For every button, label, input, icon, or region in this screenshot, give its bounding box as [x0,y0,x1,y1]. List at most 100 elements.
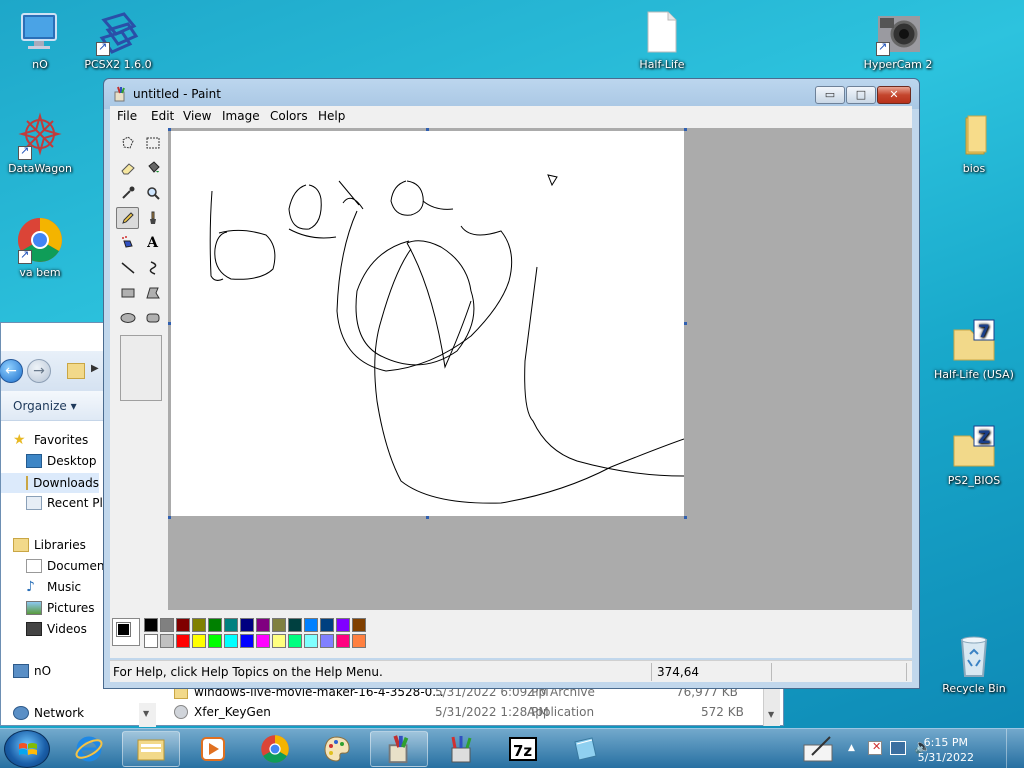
polygon-tool[interactable] [141,282,164,304]
color-swatch[interactable] [208,634,222,648]
pick-color-tool[interactable] [116,182,139,204]
color-swatch[interactable] [160,618,174,632]
desktop-icon-hypercam[interactable]: HyperCam 2 [858,8,938,72]
color-swatch[interactable] [144,634,158,648]
magnifier-tool[interactable] [141,182,164,204]
desktop-icon-half-life[interactable]: Half-Life [622,8,702,72]
resize-handle[interactable] [168,516,171,519]
paint-title-bar[interactable]: untitled - Paint ▭ □ ✕ [104,79,919,109]
file-row[interactable]: Xfer_KeyGen 5/31/2022 1:28 PM Applicatio… [172,702,772,722]
desktop-icon-bios[interactable]: bios [934,112,1014,176]
taskbar-paint-palette-button[interactable] [308,731,366,767]
action-center-flag-icon[interactable]: ✕ [868,740,882,755]
desktop-icon-datawagon[interactable]: DataWagon [0,112,80,176]
color-swatch[interactable] [256,618,270,632]
forward-button[interactable]: → [27,359,51,383]
tree-item-videos[interactable]: Videos [26,622,87,636]
tree-item-computer[interactable]: nO [13,664,51,678]
resize-handle[interactable] [168,128,171,131]
desktop-icon-half-life-usa[interactable]: 7 Half-Life (USA) [934,318,1014,382]
rounded-rect-tool[interactable] [141,307,164,329]
taskbar-brushes-button[interactable] [432,731,490,767]
paint-window[interactable]: untitled - Paint ▭ □ ✕ File Edit View Im… [103,78,920,689]
color-swatch[interactable] [224,634,238,648]
color-swatch[interactable] [272,618,286,632]
taskbar-chrome-button[interactable] [246,731,304,767]
menu-colors[interactable]: Colors [270,109,308,123]
color-swatch[interactable] [160,634,174,648]
clock[interactable]: 6:15 PM 5/31/2022 [918,735,974,765]
show-hidden-icons-icon[interactable]: ▲ [848,743,855,753]
color-swatch[interactable] [240,618,254,632]
resize-handle[interactable] [684,322,687,325]
color-swatch[interactable] [320,618,334,632]
file-list-scrollbar[interactable]: ▼ [763,686,780,726]
resize-handle[interactable] [684,128,687,131]
color-swatch[interactable] [176,634,190,648]
organize-button[interactable]: Organize ▾ [13,399,77,413]
color-swatch[interactable] [144,618,158,632]
eraser-tool[interactable] [116,157,139,179]
color-swatch[interactable] [288,618,302,632]
minimize-button[interactable]: ▭ [815,86,845,104]
color-swatch[interactable] [320,634,334,648]
color-swatch[interactable] [336,618,350,632]
menu-image[interactable]: Image [222,109,260,123]
maximize-button[interactable]: □ [846,86,876,104]
drawing-canvas[interactable] [171,131,684,516]
line-tool[interactable] [116,257,139,279]
desktop-icon-recycle-bin[interactable]: Recycle Bin [934,632,1014,696]
resize-handle[interactable] [684,516,687,519]
color-swatch[interactable] [352,618,366,632]
free-select-tool[interactable] [116,132,139,154]
taskbar-ie-button[interactable] [60,731,118,767]
menu-edit[interactable]: Edit [151,109,174,123]
airbrush-tool[interactable] [116,232,139,254]
tree-item-music[interactable]: ♪ Music [26,580,81,594]
close-button[interactable]: ✕ [877,86,911,104]
rect-select-tool[interactable] [141,132,164,154]
color-swatch[interactable] [192,634,206,648]
menu-help[interactable]: Help [318,109,345,123]
back-button[interactable]: ← [0,359,23,383]
tree-item-documents[interactable]: Documents [26,559,115,573]
brush-tool[interactable] [141,207,164,229]
color-swatch[interactable] [240,634,254,648]
tree-item-favorites[interactable]: ★ Favorites [13,433,88,447]
tree-item-downloads[interactable]: Downloads [1,473,99,493]
start-button[interactable] [4,730,50,768]
rectangle-tool[interactable] [116,282,139,304]
current-colors[interactable] [112,618,140,646]
tree-scrollbar[interactable]: ▼ [139,703,156,727]
color-swatch[interactable] [288,634,302,648]
desktop-icon-ps2-bios[interactable]: Z PS2_BIOS [934,424,1014,488]
color-swatch[interactable] [352,634,366,648]
tool-options-box[interactable] [120,335,162,401]
chevron-right-icon[interactable]: ▶ [91,363,99,374]
resize-handle[interactable] [426,128,429,131]
color-swatch[interactable] [256,634,270,648]
resize-handle[interactable] [426,516,429,519]
pen-input-icon[interactable] [802,735,836,763]
color-swatch[interactable] [208,618,222,632]
desktop-icon-pcsx2[interactable]: PCSX2 1.6.0 [78,8,158,72]
color-swatch[interactable] [336,634,350,648]
color-swatch[interactable] [304,634,318,648]
ellipse-tool[interactable] [116,307,139,329]
show-desktop-button[interactable] [1006,729,1020,768]
tree-item-network[interactable]: Network [13,706,84,720]
color-swatch[interactable] [176,618,190,632]
pencil-tool[interactable] [116,207,139,229]
tree-item-pictures[interactable]: Pictures [26,601,95,615]
network-tray-icon[interactable] [890,741,906,755]
taskbar-paint-button[interactable] [370,731,428,767]
curve-tool[interactable] [141,257,164,279]
taskbar-media-player-button[interactable] [184,731,242,767]
tree-item-desktop[interactable]: Desktop [26,454,97,468]
menu-view[interactable]: View [183,109,211,123]
fill-tool[interactable] [141,157,164,179]
taskbar-notebook-button[interactable] [556,731,614,767]
menu-file[interactable]: File [117,109,137,123]
resize-handle[interactable] [168,322,171,325]
desktop-icon-no[interactable]: nO [0,8,80,72]
